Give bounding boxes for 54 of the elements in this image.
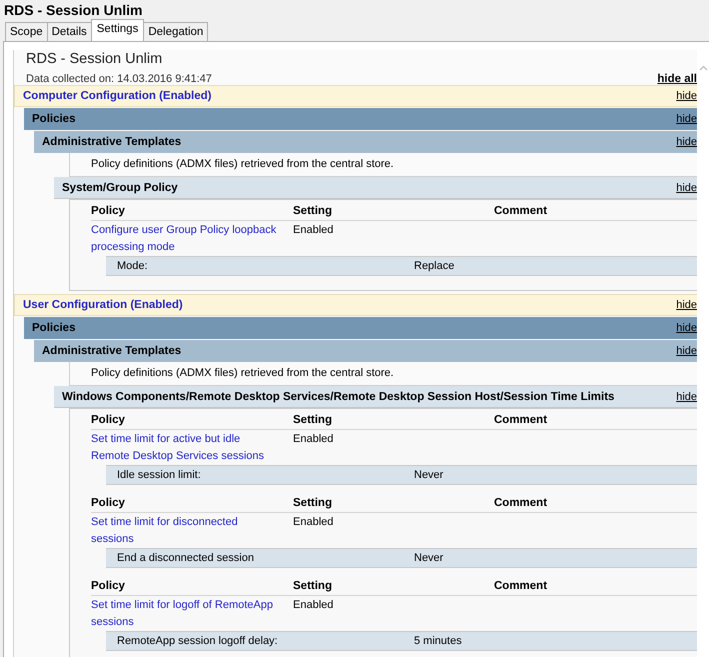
hide-link[interactable]: hide [676, 345, 697, 357]
setting-cell-text: Enabled [293, 515, 334, 530]
report-title: RDS - Session Unlim [25, 50, 164, 68]
column-header: Policy [91, 204, 126, 219]
option-value: Never [414, 551, 444, 566]
column-header: Setting [293, 496, 333, 511]
column-header: Policy [91, 413, 126, 428]
note-text: Policy definitions (ADMX files) retrieved from the central store. [91, 367, 394, 379]
policy-link[interactable]: Set time limit for logoff of RemoteApp sessions [91, 597, 281, 631]
option-value: 5 minutes [414, 634, 462, 649]
column-header: Comment [494, 496, 548, 511]
hide-link[interactable]: hide [676, 322, 697, 334]
setting-cell-text: Enabled [293, 598, 334, 613]
hide-link[interactable]: hide [676, 390, 697, 402]
column-header: Comment [494, 413, 548, 428]
hide-link[interactable]: hide [676, 136, 697, 148]
tab[interactable]: Delegation [143, 22, 208, 41]
column-header: Setting [293, 413, 333, 428]
column-header: Comment [494, 579, 548, 594]
column-header: Policy [91, 496, 126, 511]
column-header: Setting [293, 579, 333, 594]
hide-link[interactable]: hide [676, 90, 697, 102]
templates-title: Administrative Templates [42, 136, 182, 148]
column-header: Policy [91, 579, 126, 594]
option-value: Replace [414, 259, 454, 274]
policy-link[interactable]: Configure user Group Policy loopback processing mode [91, 222, 281, 256]
column-header: Setting [293, 204, 333, 219]
section-title: Computer Configuration (Enabled) [23, 90, 212, 102]
tab[interactable]: Settings [90, 19, 144, 41]
option-label: Mode: [116, 259, 149, 274]
column-header: Comment [494, 204, 548, 219]
templates-title: Administrative Templates [42, 345, 182, 357]
tab[interactable]: Scope [5, 22, 48, 41]
policy-link[interactable]: Set time limit for active but idle Remote Desktop Services sessions [91, 431, 281, 465]
category-title: Windows Components/Remote Desktop Services/Remote Desktop Session Host/Session Time Limits [62, 390, 614, 402]
policy-link[interactable]: Set time limit for disconnected sessions [91, 514, 281, 548]
hide-all-link[interactable]: hide all [657, 73, 697, 85]
setting-cell-text: Enabled [293, 432, 334, 447]
hide-link[interactable]: hide [676, 113, 697, 125]
category-title: System/Group Policy [62, 182, 178, 194]
option-label: End a disconnected session [116, 551, 255, 566]
hide-link[interactable]: hide [676, 182, 697, 194]
option-value: Never [414, 468, 444, 483]
setting-cell-text: Enabled [293, 223, 334, 238]
policies-title: Policies [32, 322, 76, 334]
option-label: Idle session limit: [116, 468, 202, 483]
collected-date: Data collected on: 14.03.2016 9:41:47 [26, 73, 212, 85]
policies-title: Policies [32, 113, 76, 125]
note-text: Policy definitions (ADMX files) retrieved from the central store. [91, 158, 394, 170]
scroll-up-icon[interactable] [699, 65, 708, 71]
option-label: RemoteApp session logoff delay: [116, 634, 279, 649]
section-title: User Configuration (Enabled) [23, 299, 183, 311]
hide-link[interactable]: hide [676, 299, 697, 311]
window-title: RDS - Session Unlim [3, 1, 144, 20]
